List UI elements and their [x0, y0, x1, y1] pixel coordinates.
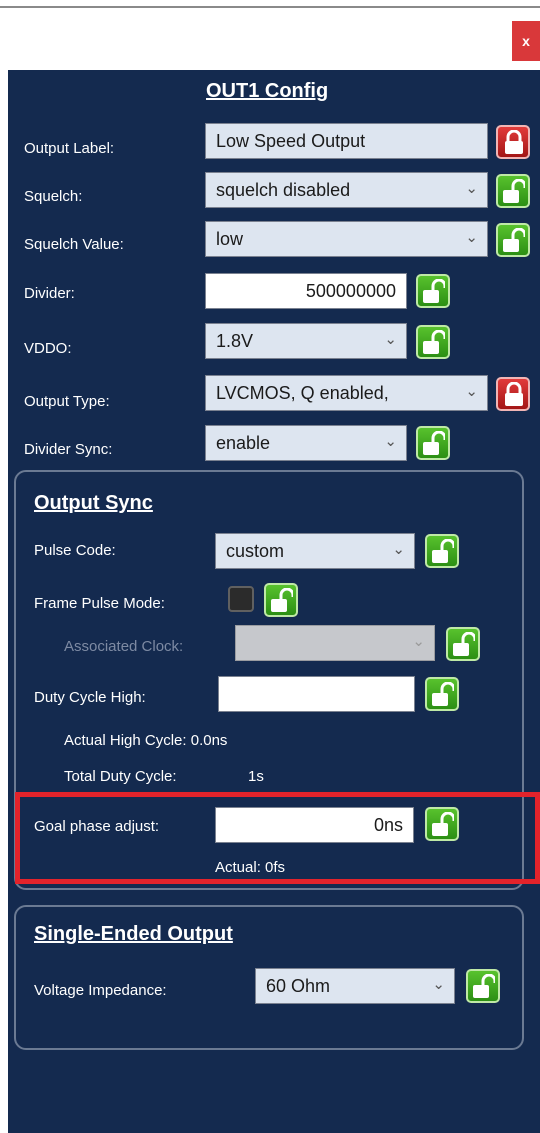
output-label-input[interactable]: Low Speed Output: [205, 123, 488, 159]
vddo-label: VDDO:: [24, 340, 72, 357]
frame-pulse-mode-label: Frame Pulse Mode:: [34, 595, 165, 612]
lock-locked-icon[interactable]: [496, 125, 530, 159]
squelch-value-label: Squelch Value:: [24, 236, 124, 253]
squelch-label: Squelch:: [24, 188, 83, 205]
lock-unlocked-icon[interactable]: [496, 174, 530, 208]
vddo-select[interactable]: 1.8V ⌄: [205, 323, 407, 359]
highlight-box: [15, 792, 540, 884]
associated-clock-label: Associated Clock:: [64, 638, 184, 655]
lock-unlocked-icon[interactable]: [425, 677, 459, 711]
lock-unlocked-icon[interactable]: [416, 274, 450, 308]
divider-sync-select[interactable]: enable ⌄: [205, 425, 407, 461]
chevron-down-icon: ⌄: [384, 433, 397, 450]
lock-unlocked-icon[interactable]: [446, 627, 480, 661]
lock-unlocked-icon[interactable]: [425, 534, 459, 568]
output-sync-title: Output Sync: [34, 492, 153, 514]
lock-locked-icon[interactable]: [496, 377, 530, 411]
chevron-down-icon: ⌄: [465, 180, 478, 197]
lock-unlocked-icon[interactable]: [466, 969, 500, 1003]
actual-high-cycle-value: 0.0ns: [190, 732, 228, 749]
lock-unlocked-icon[interactable]: [264, 583, 298, 617]
squelch-select[interactable]: squelch disabled ⌄: [205, 172, 488, 208]
pulse-code-select[interactable]: custom ⌄: [215, 533, 415, 569]
output-type-label: Output Type:: [24, 393, 110, 410]
voltage-impedance-label: Voltage Impedance:: [34, 982, 167, 999]
lock-unlocked-icon[interactable]: [496, 223, 530, 257]
divider-label: Divider:: [24, 285, 75, 302]
lock-unlocked-icon[interactable]: [416, 426, 450, 460]
chevron-down-icon: ⌄: [465, 229, 478, 246]
squelch-value-select[interactable]: low ⌄: [205, 221, 488, 257]
voltage-impedance-select[interactable]: 60 Ohm ⌄: [255, 968, 455, 1004]
lock-unlocked-icon[interactable]: [416, 325, 450, 359]
divider-input[interactable]: 500000000: [205, 273, 407, 309]
pulse-code-label: Pulse Code:: [34, 542, 116, 559]
chevron-down-icon: ⌄: [412, 633, 425, 650]
squelch-value: squelch disabled: [216, 179, 351, 200]
divider-sync-value: enable: [216, 432, 271, 453]
pulse-code-value: custom: [226, 540, 285, 561]
vddo-value: 1.8V: [216, 330, 254, 351]
output-label-label: Output Label:: [24, 140, 115, 157]
chevron-down-icon: ⌄: [465, 383, 478, 400]
squelch-value-value: low: [216, 228, 244, 249]
window-top-border: [0, 6, 540, 8]
output-type-value: LVCMOS, Q enabled,: [216, 382, 389, 403]
actual-high-cycle-label: Actual High Cycle:: [64, 732, 187, 749]
duty-cycle-high-input[interactable]: [218, 676, 415, 712]
duty-cycle-high-label: Duty Cycle High:: [34, 689, 146, 706]
divider-sync-label: Divider Sync:: [24, 441, 113, 458]
total-duty-cycle-label: Total Duty Cycle:: [64, 768, 177, 785]
close-button[interactable]: x: [512, 21, 540, 61]
voltage-impedance-value: 60 Ohm: [266, 975, 331, 996]
frame-pulse-mode-checkbox[interactable]: [228, 586, 254, 612]
associated-clock-select[interactable]: ⌄: [235, 625, 435, 661]
total-duty-cycle-value: 1s: [248, 768, 264, 785]
panel-left-edge: [0, 70, 8, 1133]
chevron-down-icon: ⌄: [384, 331, 397, 348]
chevron-down-icon: ⌄: [432, 976, 445, 993]
output-type-select[interactable]: LVCMOS, Q enabled, ⌄: [205, 375, 488, 411]
single-ended-title: Single-Ended Output: [34, 923, 233, 945]
panel-title: OUT1 Config: [206, 80, 329, 102]
chevron-down-icon: ⌄: [392, 541, 405, 558]
actual-high-cycle-row: Actual High Cycle: 0.0ns: [64, 732, 227, 749]
